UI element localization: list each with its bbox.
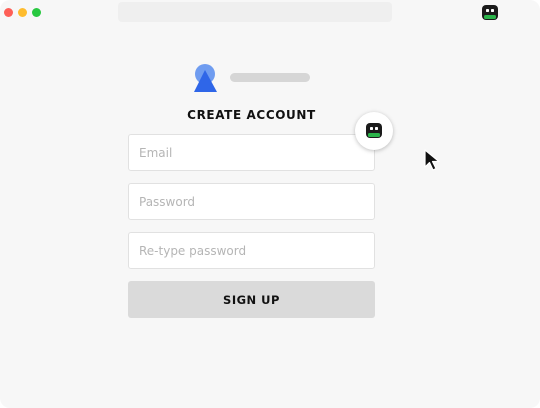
- robot-icon: [366, 123, 382, 138]
- site-logo-icon: [193, 64, 219, 94]
- roboform-fill-button[interactable]: [355, 112, 393, 150]
- roboform-extension-icon[interactable]: [480, 3, 500, 23]
- sign-up-button[interactable]: SIGN UP: [128, 281, 375, 318]
- page-title: CREATE ACCOUNT: [187, 108, 316, 122]
- minimize-window-button[interactable]: [18, 8, 27, 17]
- close-window-button[interactable]: [4, 8, 13, 17]
- mouse-pointer-icon: [424, 149, 442, 171]
- address-bar[interactable]: [118, 2, 392, 22]
- logo-text-placeholder: [230, 73, 310, 82]
- window-controls: [4, 8, 41, 17]
- retype-password-field[interactable]: [128, 232, 375, 269]
- browser-window: CREATE ACCOUNT SIGN UP: [0, 0, 540, 408]
- email-field[interactable]: [128, 134, 375, 171]
- password-field[interactable]: [128, 183, 375, 220]
- maximize-window-button[interactable]: [32, 8, 41, 17]
